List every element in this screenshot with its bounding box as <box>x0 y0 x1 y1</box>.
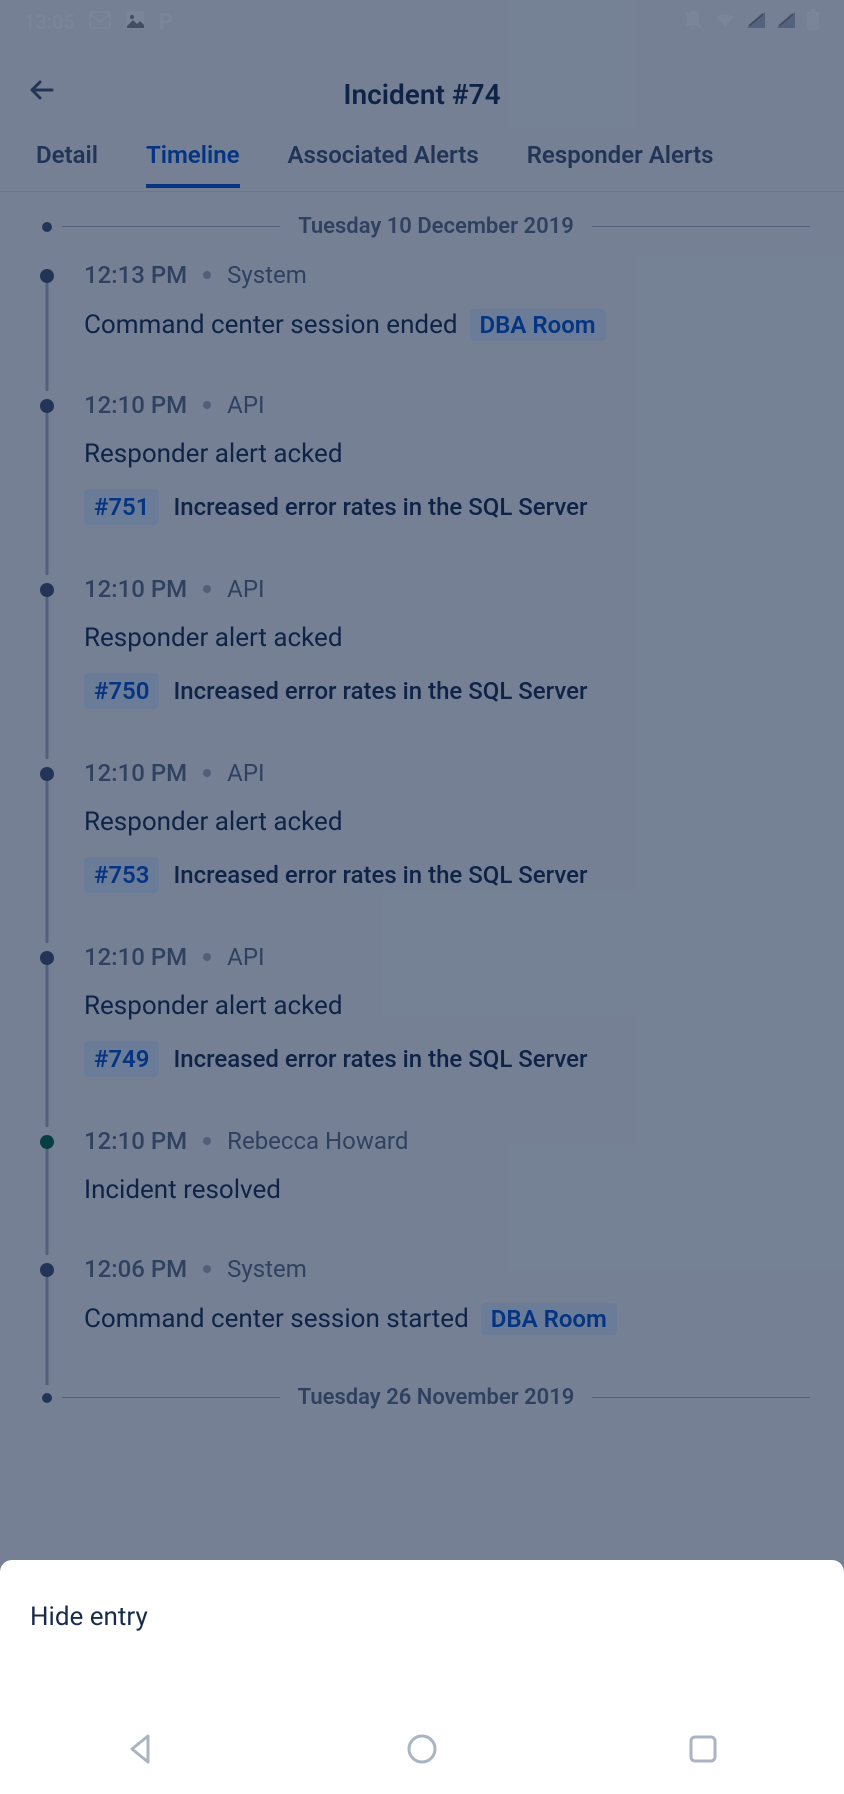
android-nav-bar <box>0 1704 844 1794</box>
nav-back-button[interactable] <box>124 1732 158 1766</box>
nav-home-button[interactable] <box>405 1732 439 1766</box>
nav-recent-button[interactable] <box>686 1732 720 1766</box>
modal-overlay[interactable] <box>0 0 844 1794</box>
hide-entry-option[interactable]: Hide entry <box>0 1560 844 1674</box>
